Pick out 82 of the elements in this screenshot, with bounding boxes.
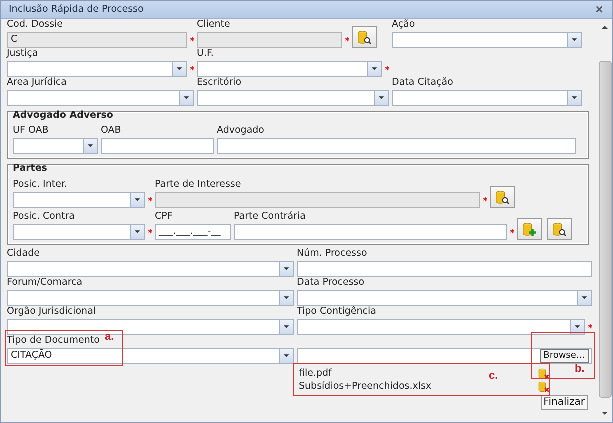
input-field[interactable] [101, 138, 214, 154]
caret-icon [87, 142, 94, 149]
dropdown-field[interactable] [392, 32, 582, 48]
field-label: Núm. Processo [297, 248, 368, 260]
dropdown-field[interactable] [13, 192, 145, 208]
field-label: Posic. Contra [13, 211, 75, 223]
field-label: Área Jurídica [7, 77, 67, 89]
field-label: U.F. [197, 48, 214, 60]
dropdown-field[interactable] [297, 290, 592, 306]
dropdown-field[interactable] [7, 318, 294, 334]
field-label: Parte de Interesse [155, 179, 242, 191]
dropdown-field[interactable] [392, 90, 582, 106]
file-name: file.pdf [299, 368, 332, 379]
input-field[interactable] [297, 260, 592, 276]
annotation-label: c. [489, 370, 498, 382]
file-name: Subsídios+Preenchidos.xlsx [299, 381, 432, 392]
field-label: Forum/Comarca [7, 277, 83, 289]
group-title: Advogado Adverso [13, 111, 114, 123]
dropdown-field[interactable]: CITAÇÃO [7, 348, 294, 364]
field-label: OAB [101, 125, 122, 137]
caret-icon [134, 196, 141, 203]
field-label: Posic. Inter. [13, 179, 68, 191]
database-delete-icon[interactable] [538, 368, 550, 380]
search-button[interactable] [490, 186, 515, 208]
caret-icon [176, 65, 183, 72]
field-label: Cidade [7, 248, 40, 260]
dropdown-field[interactable] [197, 60, 382, 76]
window-title: Inclusão Rápida de Processo [9, 4, 144, 15]
caret-icon [134, 228, 141, 235]
caret-icon [581, 294, 588, 301]
caret-icon [183, 94, 190, 101]
add-button[interactable] [517, 218, 542, 240]
database-search-icon [357, 30, 372, 44]
field-label: Data Processo [297, 277, 365, 289]
database-add-icon [522, 222, 537, 236]
dropdown-field[interactable] [197, 90, 389, 106]
field-label: Data Citação [392, 77, 454, 89]
annotation-label: a. [105, 331, 114, 343]
caret-icon [283, 352, 290, 359]
field-label: Cliente [197, 19, 230, 31]
field-label: Cod. Dossie [7, 19, 64, 31]
database-search-icon [552, 222, 567, 236]
dropdown-field[interactable] [7, 90, 194, 106]
caret-icon [283, 265, 290, 272]
database-delete-icon[interactable] [538, 380, 550, 392]
field-label: Parte Contrária [234, 211, 306, 223]
caret-icon [283, 294, 290, 301]
close-icon [595, 5, 604, 14]
field-label: Advogado [217, 125, 264, 137]
dropdown-field[interactable] [297, 318, 585, 334]
search-button[interactable] [352, 26, 377, 48]
file-input-field[interactable]: Browse... [297, 348, 592, 364]
caret-icon [571, 36, 578, 43]
dropdown-field[interactable] [7, 60, 187, 76]
dropdown-field[interactable] [7, 290, 294, 306]
caret-icon [378, 94, 385, 101]
field-label: Escritório [197, 77, 242, 89]
field-label: Justiça [7, 48, 38, 60]
database-search-icon [495, 190, 510, 204]
field-label: Tipo Contigência [297, 306, 376, 318]
input-field[interactable]: ___.___.___-__ [155, 224, 231, 240]
input-field: C [7, 32, 187, 48]
finish-button[interactable]: Finalizar [540, 395, 588, 410]
input-field[interactable] [234, 224, 507, 240]
caret-icon [371, 65, 378, 72]
group-title: Partes [13, 164, 48, 176]
annotation-label: b. [575, 363, 585, 375]
field-label: CPF [155, 211, 173, 223]
field-label: Tipo de Documento [7, 335, 100, 347]
dropdown-field[interactable] [7, 260, 294, 276]
caret-icon [571, 94, 578, 101]
caret-icon [574, 323, 581, 330]
field-label: Órgão Jurisdicional [7, 306, 96, 318]
input-field[interactable] [217, 138, 576, 154]
scroll-thumb[interactable] [598, 61, 612, 398]
browse-button[interactable]: Browse... [540, 348, 589, 362]
search-button[interactable] [547, 218, 572, 240]
caret-icon [283, 323, 290, 330]
dropdown-field[interactable] [13, 224, 145, 240]
dropdown-field[interactable] [13, 138, 98, 154]
field-label: Ação [392, 19, 416, 31]
field-label: UF OAB [13, 125, 49, 137]
